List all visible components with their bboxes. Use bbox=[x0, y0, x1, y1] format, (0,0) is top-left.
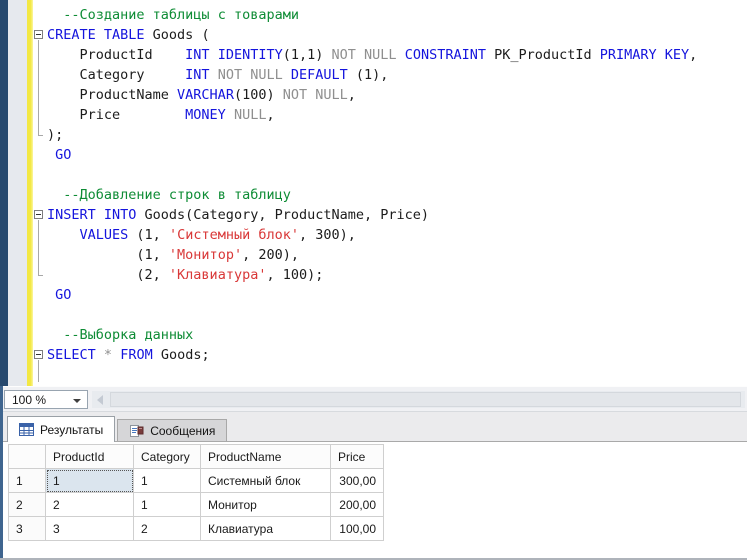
grid-column-header[interactable]: Price bbox=[331, 445, 384, 469]
grid-row-header[interactable]: 3 bbox=[9, 517, 46, 541]
grid-cell[interactable]: 1 bbox=[46, 469, 134, 493]
code-line[interactable]: --Выборка данных bbox=[47, 325, 747, 345]
code-line[interactable]: SELECT * FROM Goods; bbox=[47, 345, 747, 365]
code-line[interactable]: Category INT NOT NULL DEFAULT (1), bbox=[47, 65, 747, 85]
minus-icon bbox=[36, 354, 41, 355]
results-tabstrip: Результаты Сообщения bbox=[0, 412, 747, 442]
chevron-down-icon bbox=[73, 399, 81, 403]
tab-messages-label: Сообщения bbox=[150, 424, 215, 438]
code-line[interactable]: --Добавление строк в таблицу bbox=[47, 185, 747, 205]
grid-cell[interactable]: 2 bbox=[46, 493, 134, 517]
grid-header-row: ProductIdCategoryProductNamePrice bbox=[9, 445, 384, 469]
grid-body: 111Системный блок300,00221Монитор200,003… bbox=[9, 469, 384, 541]
code-line[interactable]: Price MONEY NULL, bbox=[47, 105, 747, 125]
code-line[interactable]: CREATE TABLE Goods ( bbox=[47, 25, 747, 45]
sql-editor-pane: --Создание таблицы с товарамиCREATE TABL… bbox=[0, 0, 747, 386]
grid-cell[interactable]: Системный блок bbox=[201, 469, 331, 493]
code-line[interactable] bbox=[47, 165, 747, 185]
code-line[interactable]: (1, 'Монитор', 200), bbox=[47, 245, 747, 265]
grid-cell[interactable]: 1 bbox=[134, 469, 201, 493]
code-line[interactable]: ProductId INT IDENTITY(1,1) NOT NULL CON… bbox=[47, 45, 747, 65]
code-line[interactable] bbox=[47, 305, 747, 325]
grid-column-header[interactable]: ProductId bbox=[46, 445, 134, 469]
fold-region-line bbox=[38, 220, 39, 275]
minus-icon bbox=[36, 34, 41, 35]
grid-column-header[interactable]: ProductName bbox=[201, 445, 331, 469]
code-line[interactable]: GO bbox=[47, 285, 747, 305]
window-left-border bbox=[0, 386, 3, 558]
grid-row-header[interactable]: 1 bbox=[9, 469, 46, 493]
editor-bottom-bar: 100 % bbox=[0, 386, 747, 412]
grid-corner-cell[interactable] bbox=[9, 445, 46, 469]
scrollbar-thumb[interactable] bbox=[110, 392, 741, 407]
messages-icon bbox=[129, 424, 144, 438]
code-line[interactable]: ProductName VARCHAR(100) NOT NULL, bbox=[47, 85, 747, 105]
tab-messages[interactable]: Сообщения bbox=[117, 419, 227, 441]
grid-cell[interactable]: 1 bbox=[134, 493, 201, 517]
grid-row: 221Монитор200,00 bbox=[9, 493, 384, 517]
code-lines[interactable]: --Создание таблицы с товарамиCREATE TABL… bbox=[47, 5, 747, 385]
tab-results-label: Результаты bbox=[40, 423, 103, 437]
fold-region-end-tick bbox=[38, 135, 43, 136]
results-grid-icon bbox=[19, 423, 34, 436]
grid-row: 332Клавиатура100,00 bbox=[9, 517, 384, 541]
grid-cell[interactable]: 100,00 bbox=[331, 517, 384, 541]
minus-icon bbox=[36, 214, 41, 215]
fold-collapse-button[interactable] bbox=[34, 350, 43, 359]
fold-region-line bbox=[38, 360, 39, 382]
results-grid: ProductIdCategoryProductNamePrice 111Сис… bbox=[8, 444, 384, 541]
grid-cell[interactable]: 300,00 bbox=[331, 469, 384, 493]
grid-row: 111Системный блок300,00 bbox=[9, 469, 384, 493]
code-line[interactable]: GO bbox=[47, 145, 747, 165]
code-line[interactable] bbox=[47, 365, 747, 385]
horizontal-scrollbar[interactable] bbox=[92, 391, 745, 408]
code-line[interactable]: INSERT INTO Goods(Category, ProductName,… bbox=[47, 205, 747, 225]
grid-cell[interactable]: 200,00 bbox=[331, 493, 384, 517]
fold-region-end-tick bbox=[38, 275, 43, 276]
fold-region-line bbox=[38, 40, 39, 135]
zoom-level-value: 100 % bbox=[12, 393, 46, 407]
results-grid-pane: ProductIdCategoryProductNamePrice 111Сис… bbox=[0, 442, 747, 558]
tab-results[interactable]: Результаты bbox=[7, 416, 115, 442]
grid-cell[interactable]: Клавиатура bbox=[201, 517, 331, 541]
code-line[interactable]: --Создание таблицы с товарами bbox=[47, 5, 747, 25]
outline-gutter bbox=[33, 0, 47, 386]
code-line[interactable]: (2, 'Клавиатура', 100); bbox=[47, 265, 747, 285]
grid-cell[interactable]: 2 bbox=[134, 517, 201, 541]
zoom-level-dropdown[interactable]: 100 % bbox=[4, 390, 88, 409]
ssms-query-window: --Создание таблицы с товарамиCREATE TABL… bbox=[0, 0, 747, 560]
grid-cell[interactable]: 3 bbox=[46, 517, 134, 541]
grid-column-header[interactable]: Category bbox=[134, 445, 201, 469]
code-line[interactable]: VALUES (1, 'Системный блок', 300), bbox=[47, 225, 747, 245]
code-line[interactable]: ); bbox=[47, 125, 747, 145]
grid-row-header[interactable]: 2 bbox=[9, 493, 46, 517]
fold-collapse-button[interactable] bbox=[34, 30, 43, 39]
fold-collapse-button[interactable] bbox=[34, 210, 43, 219]
editor-left-edge bbox=[0, 0, 8, 386]
editor-glyph-margin bbox=[8, 0, 27, 386]
scroll-left-arrow-icon[interactable] bbox=[97, 395, 103, 405]
grid-cell[interactable]: Монитор bbox=[201, 493, 331, 517]
